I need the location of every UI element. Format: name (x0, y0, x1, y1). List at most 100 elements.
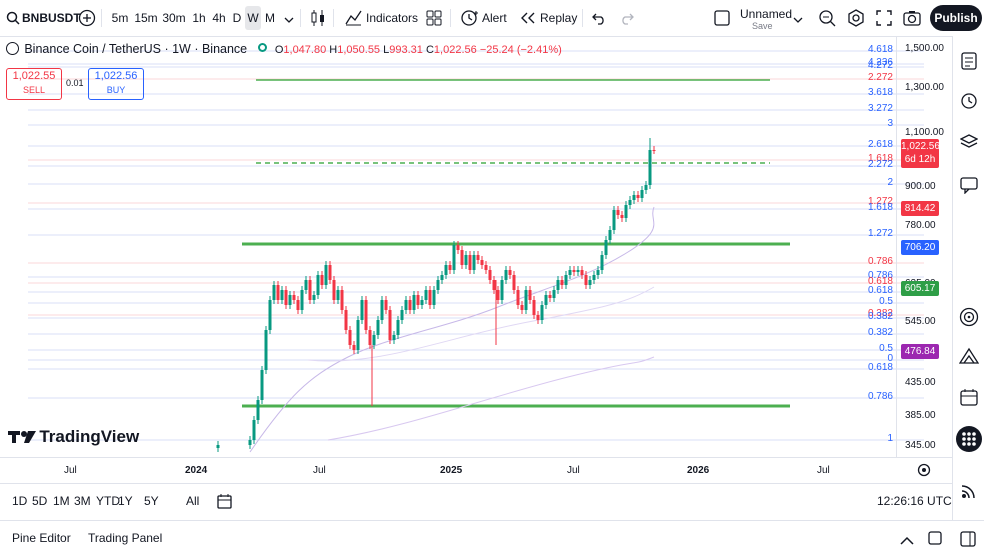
fib-level-label: 2.272 (867, 159, 893, 170)
range-all-button[interactable]: All (186, 494, 199, 508)
change-value: −25.24 (−2.41%) (479, 44, 562, 56)
candles-icon[interactable] (310, 9, 326, 30)
layout-name[interactable]: Unnamed (740, 7, 792, 21)
date-range-icon[interactable] (217, 493, 233, 512)
alert-button[interactable]: Alert (482, 0, 507, 36)
redo-icon[interactable] (620, 11, 634, 28)
candle-body (356, 320, 360, 350)
quick-search-icon[interactable] (818, 9, 836, 30)
candle-body (652, 150, 656, 151)
candle-body (256, 400, 260, 420)
indicators-button[interactable]: Indicators (366, 0, 418, 36)
candle-body (288, 295, 292, 305)
candle-body (456, 245, 460, 250)
maximize-panel-icon[interactable] (928, 531, 942, 548)
chevron-up-icon[interactable] (900, 534, 914, 548)
apps-grid-icon[interactable] (956, 426, 982, 455)
range-3m-button[interactable]: 3M (74, 494, 91, 508)
compare-symbol-icon[interactable] (78, 9, 96, 30)
candle-body (568, 270, 572, 275)
candle-body (372, 335, 376, 345)
range-1d-button[interactable]: 1D (12, 494, 27, 508)
candle-body (312, 295, 316, 300)
candle-body (572, 270, 576, 272)
time-axis[interactable]: Jul 2024 Jul 2025 Jul 2026 Jul (0, 457, 952, 484)
interval-5m[interactable]: 5m (110, 6, 130, 30)
symbol-logo (6, 42, 19, 55)
search-icon[interactable] (6, 11, 20, 28)
candle-body (608, 230, 612, 240)
trading-panel-tab[interactable]: Trading Panel (88, 531, 162, 545)
candle-body (340, 290, 344, 310)
camera-icon[interactable] (903, 10, 921, 29)
price-axis-label: 545.00 (905, 316, 936, 327)
fullscreen-icon[interactable] (876, 10, 892, 29)
open-value: 1,047.80 (283, 44, 327, 56)
interval-4h[interactable]: 4h (210, 6, 228, 30)
broadcast-icon[interactable] (961, 483, 977, 502)
replay-button[interactable]: Replay (540, 0, 577, 36)
candle-body (528, 290, 532, 300)
range-1y-button[interactable]: 1Y (118, 494, 133, 508)
layouts-icon[interactable] (426, 10, 442, 29)
chat-icon[interactable] (960, 176, 978, 197)
alerts-clock-icon[interactable] (960, 91, 978, 112)
alert-icon[interactable] (460, 9, 478, 30)
interval-30m[interactable]: 30m (162, 6, 186, 30)
watchlist-icon[interactable] (961, 52, 977, 73)
candle-body (636, 195, 640, 198)
range-1m-button[interactable]: 1M (53, 494, 70, 508)
layers-icon[interactable] (959, 133, 979, 154)
interval-1h[interactable]: 1h (190, 6, 208, 30)
candle-body (612, 210, 616, 230)
candle-body (576, 270, 580, 272)
sell-button[interactable]: 1,022.55 SELL (6, 68, 62, 100)
interval-m[interactable]: M (263, 6, 277, 30)
pine-editor-tab[interactable]: Pine Editor (12, 531, 71, 545)
calendar-icon[interactable] (960, 388, 978, 409)
interval-d[interactable]: D (230, 6, 244, 30)
price-chart[interactable] (0, 37, 952, 457)
sell-price: 1,022.55 (12, 70, 56, 82)
fib-level-label: 0.786 (867, 391, 893, 402)
candle-body (280, 290, 284, 300)
replay-icon[interactable] (520, 12, 536, 27)
candle-body (392, 335, 396, 340)
buy-button[interactable]: 1,022.56 BUY (88, 68, 144, 100)
candle-body (640, 190, 644, 198)
range-5d-button[interactable]: 5D (32, 494, 47, 508)
candle-body (584, 275, 588, 285)
candle-body (276, 285, 280, 300)
indicators-icon[interactable] (345, 9, 362, 29)
candle-body (580, 270, 584, 275)
range-5y-button[interactable]: 5Y (144, 494, 159, 508)
chevron-down-icon[interactable] (793, 14, 803, 28)
legend-title[interactable]: Binance Coin / TetherUS · 1W · Binance (24, 42, 247, 56)
candle-body (404, 300, 408, 310)
candle-body (316, 275, 320, 295)
right-sidebar (952, 36, 984, 520)
fib-level-label: 0.382 (867, 311, 893, 322)
target-icon[interactable] (959, 307, 979, 330)
price-axis-label: 900.00 (905, 181, 936, 192)
interval-w[interactable]: W (245, 6, 261, 30)
ideas-icon[interactable] (958, 347, 980, 368)
buy-price: 1,022.56 (94, 70, 138, 82)
candle-body (464, 255, 468, 265)
axis-settings-icon[interactable] (917, 463, 931, 480)
interval-15m[interactable]: 15m (134, 6, 158, 30)
range-ytd-button[interactable]: YTD (96, 494, 120, 508)
layout-checkbox[interactable] (714, 10, 730, 29)
clock[interactable]: 12:26:16 UTC (877, 494, 952, 508)
symbol-name[interactable]: BNBUSDT (22, 0, 81, 36)
chevron-down-icon[interactable] (284, 14, 294, 28)
side-panel-icon[interactable] (960, 531, 976, 550)
candle-body (336, 290, 340, 300)
moving-average-line (327, 356, 655, 441)
price-axis-label: 385.00 (905, 410, 936, 421)
tradingview-watermark[interactable]: TradingView (8, 427, 139, 447)
publish-button[interactable]: Publish (930, 5, 982, 31)
settings-icon[interactable] (847, 9, 865, 30)
time-axis-label: 2025 (440, 465, 463, 476)
undo-icon[interactable] (592, 11, 606, 28)
